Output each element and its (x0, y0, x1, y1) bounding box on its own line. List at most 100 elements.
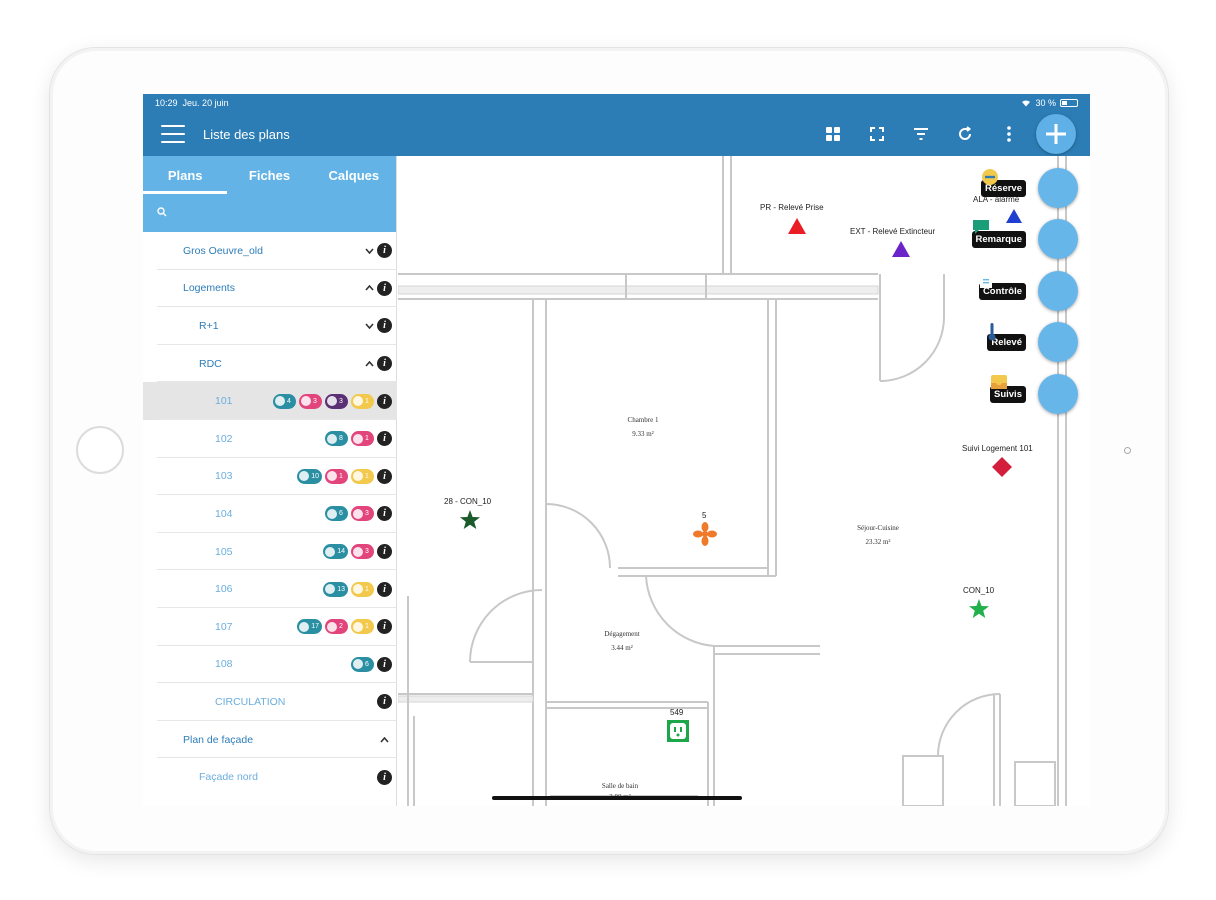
fab-menu-item-reserve[interactable]: Réserve (981, 168, 1078, 208)
inbox-icon (991, 375, 1007, 389)
chevron-up-icon[interactable] (379, 735, 389, 745)
tree-item-102[interactable]: 102 8 1 i (143, 420, 397, 458)
controle-count-badge: 3 (325, 393, 348, 409)
info-icon[interactable]: i (377, 769, 392, 785)
reserve-count-badge: 14 (323, 544, 348, 560)
info-icon[interactable]: i (377, 506, 392, 522)
chevron-down-icon[interactable] (364, 321, 374, 331)
purple-triangle-marker[interactable] (891, 240, 911, 258)
chevron-down-icon[interactable] (364, 246, 374, 256)
filter-icon[interactable] (910, 123, 932, 145)
tree-item-106[interactable]: 106 13 1 i (143, 570, 397, 608)
tab-plans[interactable]: Plans (143, 156, 228, 194)
info-icon[interactable]: i (377, 694, 392, 710)
status-bar: 10:29 Jeu. 20 juin 30 % (143, 94, 1090, 112)
fab-menu-item-releve[interactable]: Relevé (987, 322, 1078, 362)
info-icon[interactable]: i (377, 243, 392, 259)
info-icon[interactable]: i (377, 280, 392, 296)
tab-fiches[interactable]: Fiches (227, 156, 311, 194)
tree-item-label: Façade nord (199, 771, 258, 784)
tree-item-label: 102 (215, 432, 233, 445)
tree-item-103[interactable]: 103 10 1 1 i (143, 458, 397, 496)
fab-menu-item-suivis[interactable]: Suivis (990, 374, 1078, 414)
room-label-chambre: Chambre 1 9.33 m² (627, 416, 659, 438)
remarque-count-badge: 3 (351, 506, 374, 522)
tree-item-label: 101 (215, 395, 233, 408)
tree-item-label: R+1 (199, 319, 219, 332)
comment-icon (972, 220, 989, 234)
fab-releve-button[interactable] (988, 322, 1078, 362)
app-bar: Liste des plans (143, 112, 1090, 156)
remarque-count-badge: 1 (325, 468, 348, 484)
reserve-count-badge: 6 (325, 506, 348, 522)
minus-circle-icon (982, 169, 999, 185)
tree-item-108[interactable]: 108 6 i (143, 646, 397, 684)
tree-item-label: CIRCULATION (215, 695, 286, 708)
fab-suivis-button[interactable] (991, 374, 1078, 414)
floor-plan-canvas[interactable]: Chambre 1 9.33 m² Séjour-Cuisine 23.32 m² … (398, 156, 1090, 806)
tree-item-label: Gros Oeuvre_old (183, 244, 263, 257)
tree-item-circulation[interactable]: CIRCULATION i (143, 683, 397, 721)
tree-item-plan-de-facade[interactable]: Plan de façade (143, 721, 397, 759)
chevron-up-icon[interactable] (364, 283, 374, 293)
info-icon[interactable]: i (377, 393, 392, 409)
search-input[interactable] (155, 202, 384, 224)
tree-item-104[interactable]: 104 6 3 i (143, 495, 397, 533)
home-button[interactable] (76, 426, 124, 474)
chevron-up-icon[interactable] (364, 359, 374, 369)
fit-screen-icon[interactable] (866, 123, 888, 145)
fan-marker[interactable] (693, 522, 717, 546)
info-icon[interactable]: i (377, 356, 392, 372)
reserve-count-badge: 4 (273, 393, 296, 409)
tree-item-logements[interactable]: Logements i (143, 270, 397, 308)
tree-item-label: 105 (215, 545, 233, 558)
marker-label: Suivi Logement 101 (962, 444, 1033, 453)
remarque-count-badge: 2 (325, 619, 348, 635)
tree-item-105[interactable]: 105 14 3 i (143, 533, 397, 571)
menu-icon[interactable] (161, 125, 185, 143)
tree-item-label: Plan de façade (183, 733, 254, 746)
info-icon[interactable]: i (377, 431, 392, 447)
tree-item-facade-nord[interactable]: Façade nord i (143, 758, 397, 796)
fab-remarque-button[interactable] (972, 219, 1078, 259)
tree-item-107[interactable]: 107 17 2 1 i (143, 608, 397, 646)
document-icon (979, 272, 992, 288)
suivi-count-badge: 1 (351, 393, 374, 409)
tree-item-label: 108 (215, 658, 233, 671)
tree-item-label: 104 (215, 507, 233, 520)
fab-menu-item-controle[interactable]: Contrôle (978, 271, 1078, 311)
sync-icon[interactable] (954, 123, 976, 145)
tree-item-rdc[interactable]: RDC i (143, 345, 397, 383)
home-indicator[interactable] (492, 796, 742, 800)
info-icon[interactable]: i (377, 318, 392, 334)
suivi-count-badge: 1 (351, 468, 374, 484)
info-icon[interactable]: i (377, 619, 392, 635)
red-triangle-marker[interactable] (787, 217, 807, 235)
tree-item-r1[interactable]: R+1 i (143, 307, 397, 345)
tab-calques[interactable]: Calques (312, 156, 396, 194)
search-icon (157, 207, 167, 217)
more-vert-icon[interactable] (998, 123, 1020, 145)
info-icon[interactable]: i (377, 468, 392, 484)
remarque-count-badge: 3 (299, 393, 322, 409)
green-star-marker[interactable] (968, 598, 990, 620)
tree-item-label: RDC (199, 357, 222, 370)
tree-item-label: Logements (183, 282, 235, 295)
reserve-count-badge: 8 (325, 431, 348, 447)
green-star-marker[interactable] (459, 509, 481, 531)
fab-controle-button[interactable] (979, 271, 1078, 311)
tree-item-101[interactable]: 101 4 3 3 1 i (143, 382, 397, 420)
tree-item-gros-oeuvre[interactable]: Gros Oeuvre_old i (143, 232, 397, 270)
info-icon[interactable]: i (377, 581, 392, 597)
add-button[interactable] (1036, 114, 1076, 154)
info-icon[interactable]: i (377, 656, 392, 672)
suivi-count-badge: 1 (351, 581, 374, 597)
info-icon[interactable]: i (377, 544, 392, 560)
outlet-marker[interactable] (666, 719, 690, 743)
marker-label: EXT - Relevé Extincteur (850, 227, 936, 236)
status-time: 10:29 (155, 98, 178, 108)
fab-menu-item-remarque[interactable]: Remarque (971, 219, 1078, 259)
grid-view-icon[interactable] (822, 123, 844, 145)
fab-reserve-button[interactable] (982, 168, 1078, 208)
red-diamond-marker[interactable] (991, 456, 1013, 478)
